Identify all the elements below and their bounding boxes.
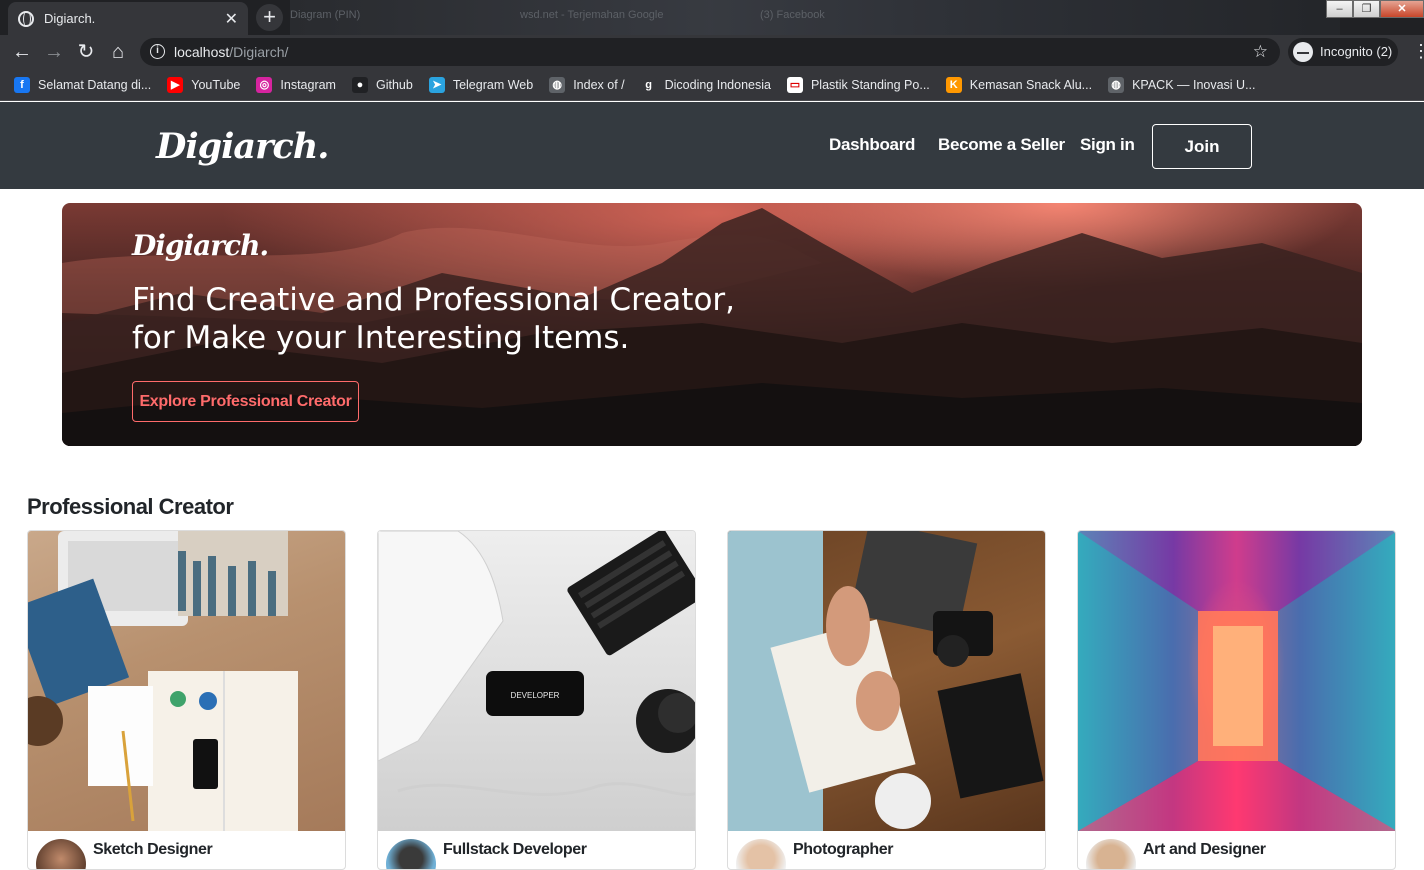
minimize-button[interactable]: ‒ [1326,0,1353,18]
url-path: /Digiarch/ [229,44,289,60]
bookmark-item[interactable]: f Selamat Datang di... [14,76,152,93]
bookmarks-bar: f Selamat Datang di... ▶ YouTube ◎ Instagram ●… [0,69,1424,101]
card-title[interactable]: Fullstack Developer [443,841,587,859]
creator-card[interactable]: DEVELOPER Fullstack Developer [377,530,696,870]
card-body: Sketch Designer [28,831,345,869]
card-illustration [28,531,298,831]
tab-close-icon[interactable]: ✕ [225,9,238,29]
bookmark-label: Dicoding Indonesia [664,77,771,92]
hero-logo: Digiarch. [132,229,269,262]
home-icon[interactable]: ⌂ [106,40,130,64]
bookmark-label: Selamat Datang di... [38,77,152,92]
card-illustration [1078,531,1395,831]
url-host: localhost [174,44,230,60]
back-icon[interactable]: ← [10,40,34,64]
bookmark-label: Telegram Web [452,77,534,92]
plastik-icon: ▭ [786,76,803,93]
bookmark-item[interactable]: ● Github [351,76,413,93]
globe-icon [18,10,34,27]
kemasan-icon: K [945,76,962,93]
tab-title: Digiarch. [44,11,96,26]
ghost-tab[interactable]: wsd.net - Terjemahan Google [520,9,664,25]
menu-kebab-icon[interactable]: ⋮ [1412,41,1424,62]
youtube-icon: ▶ [167,76,184,93]
instagram-icon: ◎ [256,76,273,93]
incognito-label: Incognito (2) [1320,44,1393,59]
card-body: Art and Designer [1078,831,1395,869]
forward-icon[interactable]: → [42,40,66,64]
site-logo[interactable]: Digiarch. [156,126,329,167]
ghost-tab[interactable]: (3) Facebook [760,9,825,25]
avatar [36,839,86,869]
maximize-button[interactable]: ❐ [1353,0,1380,18]
card-image[interactable] [28,531,345,831]
creator-card[interactable]: Art and Designer [1077,530,1396,870]
address-bar[interactable]: i localhost/Digiarch/ ☆ [140,38,1280,66]
card-image[interactable] [728,531,1045,831]
globe-icon: ◍ [549,76,566,93]
hero-headline-line1: Find Creative and Professional Creator, [132,282,736,318]
hero-headline-line2: for Make your Interesting Items. [132,320,630,356]
card-title[interactable]: Art and Designer [1143,841,1266,859]
globe-icon: ◍ [1108,76,1125,93]
nav-dashboard[interactable]: Dashboard [829,135,915,155]
dicoding-icon: g [640,76,657,93]
nav-sign-in[interactable]: Sign in [1080,135,1135,155]
bookmark-item[interactable]: ▶ YouTube [167,76,241,93]
reload-icon[interactable]: ↻ [74,40,98,64]
bookmark-label: Instagram [280,77,336,92]
bookmark-star-icon[interactable]: ☆ [1253,38,1268,66]
bookmark-item[interactable]: ◍ Index of / [549,76,625,93]
bookmark-label: Index of / [573,77,625,92]
card-body: Photographer [728,831,1045,869]
new-tab-button[interactable]: + [256,4,283,31]
card-illustration [728,531,1044,831]
bookmark-label: KPACK — Inovasi U... [1132,77,1256,92]
hero-headline: Find Creative and Professional Creator, … [132,281,832,357]
card-illustration: DEVELOPER [378,531,695,797]
avatar [736,839,786,869]
card-body: Fullstack Developer [378,831,695,869]
active-tab[interactable]: Digiarch. ✕ [8,2,248,35]
bookmark-item[interactable]: K Kemasan Snack Alu... [945,76,1093,93]
browser-toolbar: ← → ↻ ⌂ i localhost/Digiarch/ ☆ Incognit… [0,35,1424,69]
card-image[interactable] [1078,531,1395,831]
github-icon: ● [351,76,368,93]
avatar [1086,839,1136,869]
avatar [386,839,436,869]
card-image[interactable]: DEVELOPER [378,531,695,831]
bookmark-label: Kemasan Snack Alu... [969,77,1093,92]
window-close-button[interactable]: ✕ [1380,0,1424,18]
bookmark-label: Github [375,77,413,92]
ghost-tab[interactable]: Diagram (PIN) [290,9,360,25]
join-button[interactable]: Join [1152,124,1252,169]
site-info-icon[interactable]: i [150,44,165,59]
section-title: Professional Creator [27,494,234,519]
bookmark-item[interactable]: ◎ Instagram [256,76,336,93]
incognito-badge[interactable]: Incognito (2) [1288,38,1398,66]
telegram-icon: ➤ [428,76,445,93]
card-title[interactable]: Sketch Designer [93,841,213,859]
browser-tab-bar: Diagram (PIN) wsd.net - Terjemahan Googl… [0,0,1424,35]
bookmark-item[interactable]: g Dicoding Indonesia [640,76,771,93]
facebook-icon: f [14,76,30,93]
bookmark-item[interactable]: ▭ Plastik Standing Po... [786,76,930,93]
explore-creator-button[interactable]: Explore Professional Creator [132,381,359,422]
bookmark-item[interactable]: ◍ KPACK — Inovasi U... [1108,76,1256,93]
hero-banner: Digiarch. Find Creative and Professional… [62,203,1362,446]
window-controls: ‒ ❐ ✕ [1326,0,1424,18]
site-header: Digiarch. Dashboard Become a Seller Sign… [0,102,1424,189]
nav-become-seller[interactable]: Become a Seller [938,135,1065,155]
creator-card[interactable]: Sketch Designer [27,530,346,870]
incognito-icon [1293,42,1313,62]
bookmark-item[interactable]: ➤ Telegram Web [428,76,534,93]
card-title[interactable]: Photographer [793,841,893,859]
bookmark-label: YouTube [191,77,241,92]
device-label: DEVELOPER [511,691,560,700]
bookmark-label: Plastik Standing Po... [810,77,930,92]
creator-card[interactable]: Photographer [727,530,1046,870]
